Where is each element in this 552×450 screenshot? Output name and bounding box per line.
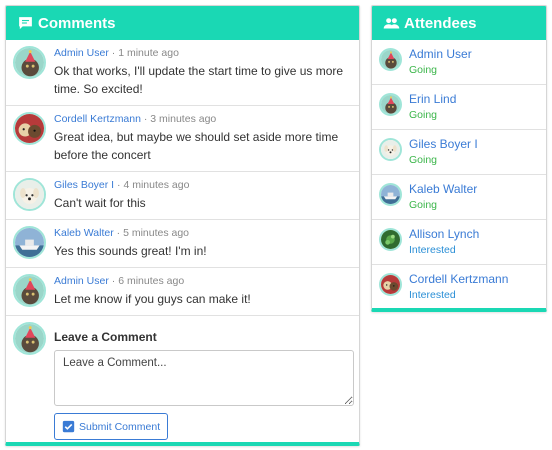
comment-item: Admin User · 1 minute ago Ok that works, … xyxy=(6,40,359,106)
attendee-status: Going xyxy=(409,154,438,166)
comment-time: 1 minute ago xyxy=(118,47,179,59)
attendee-item: Cordell Kertzmann Interested xyxy=(372,265,546,308)
check-square-icon xyxy=(62,420,75,433)
comment-separator: · xyxy=(140,113,151,125)
attendee-status: Going xyxy=(409,109,438,121)
comment-text: Ok that works, I'll update the start tim… xyxy=(54,64,344,96)
comment-text: Let me know if you guys can make it! xyxy=(54,292,251,306)
attendee-status: Going xyxy=(409,199,438,211)
comment-meta: Admin User · 6 minutes ago xyxy=(54,274,351,289)
avatar xyxy=(13,46,46,79)
attendees-header: Attendees xyxy=(372,6,546,40)
comment-item: Cordell Kertzmann · 3 minutes ago Great i… xyxy=(6,106,359,172)
attendees-title: Attendees xyxy=(404,14,477,32)
comment-text: Yes this sounds great! I'm in! xyxy=(54,244,207,258)
people-icon xyxy=(383,17,400,28)
comment-author-link[interactable]: Admin User xyxy=(54,275,109,287)
attendee-name-link[interactable]: Erin Lind xyxy=(409,91,456,107)
attendee-item: Kaleb Walter Going xyxy=(372,175,546,220)
comment-item: Admin User · 6 minutes ago Let me know if… xyxy=(6,268,359,316)
attendees-panel: Attendees Admin User Going Erin Lind Going G… xyxy=(371,5,547,312)
submit-comment-label: Submit Comment xyxy=(79,420,161,433)
comment-meta: Cordell Kertzmann · 3 minutes ago xyxy=(54,112,351,127)
comment-text: Great idea, but maybe we should set asid… xyxy=(54,130,339,162)
comments-icon xyxy=(19,16,32,29)
comment-item: Giles Boyer I · 4 minutes ago Can't wait … xyxy=(6,172,359,220)
avatar xyxy=(379,273,402,296)
leave-comment-section: Leave a Comment Submit Comment xyxy=(6,316,359,442)
avatar xyxy=(379,228,402,251)
comment-list: Admin User · 1 minute ago Ok that works, … xyxy=(6,40,359,316)
avatar xyxy=(13,112,46,145)
attendee-name-link[interactable]: Allison Lynch xyxy=(409,226,479,242)
attendee-item: Allison Lynch Interested xyxy=(372,220,546,265)
submit-comment-button[interactable]: Submit Comment xyxy=(54,413,169,440)
attendee-name-link[interactable]: Cordell Kertzmann xyxy=(409,271,508,287)
avatar xyxy=(13,322,46,355)
attendee-name-link[interactable]: Kaleb Walter xyxy=(409,181,477,197)
attendee-item: Erin Lind Going xyxy=(372,85,546,130)
comment-meta: Kaleb Walter · 5 minutes ago xyxy=(54,226,351,241)
comment-meta: Admin User · 1 minute ago xyxy=(54,46,351,61)
attendee-item: Giles Boyer I Going xyxy=(372,130,546,175)
comment-text: Can't wait for this xyxy=(54,196,146,210)
comment-time: 4 minutes ago xyxy=(123,179,190,191)
comment-author-link[interactable]: Giles Boyer I xyxy=(54,179,114,191)
comment-separator: · xyxy=(113,227,124,239)
leave-comment-title: Leave a Comment xyxy=(54,330,157,344)
comment-separator: · xyxy=(108,275,119,287)
comment-meta: Giles Boyer I · 4 minutes ago xyxy=(54,178,351,193)
attendee-item: Admin User Going xyxy=(372,40,546,85)
comments-panel: Comments Admin User · 1 minute ago Ok tha… xyxy=(5,5,360,446)
comment-time: 6 minutes ago xyxy=(118,275,185,287)
comment-author-link[interactable]: Admin User xyxy=(54,47,109,59)
comment-textarea[interactable] xyxy=(54,350,354,406)
avatar xyxy=(379,48,402,71)
comment-author-link[interactable]: Cordell Kertzmann xyxy=(54,113,141,125)
attendee-status: Going xyxy=(409,64,438,76)
comments-header: Comments xyxy=(6,6,359,40)
avatar xyxy=(379,138,402,161)
comment-item: Kaleb Walter · 5 minutes ago Yes this sou… xyxy=(6,220,359,268)
comment-author-link[interactable]: Kaleb Walter xyxy=(54,227,114,239)
avatar xyxy=(13,178,46,211)
avatar xyxy=(13,226,46,259)
avatar xyxy=(379,93,402,116)
attendee-status: Interested xyxy=(409,289,456,301)
avatar xyxy=(13,274,46,307)
comments-title: Comments xyxy=(38,14,116,32)
comment-separator: · xyxy=(108,47,119,59)
comment-time: 3 minutes ago xyxy=(150,113,217,125)
avatar xyxy=(379,183,402,206)
comment-time: 5 minutes ago xyxy=(123,227,190,239)
attendee-status: Interested xyxy=(409,244,456,256)
attendee-name-link[interactable]: Admin User xyxy=(409,46,472,62)
attendee-name-link[interactable]: Giles Boyer I xyxy=(409,136,478,152)
attendee-list: Admin User Going Erin Lind Going Giles Boyer… xyxy=(372,40,546,308)
